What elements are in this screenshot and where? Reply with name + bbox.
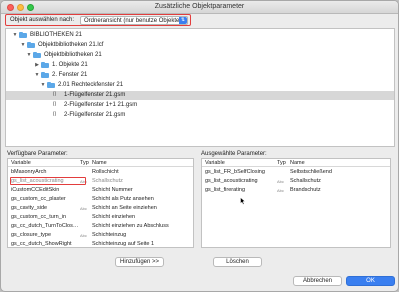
object-selector-row: Objekt auswählen nach: Ordneransicht (nu… <box>5 14 191 26</box>
cancel-button[interactable]: Abbrechen <box>293 276 342 286</box>
folder-icon <box>47 82 55 88</box>
disclosure-expanded-icon[interactable]: ▼ <box>26 52 32 58</box>
parameter-variable: iCustomCCEditSkin <box>11 187 60 193</box>
column-header-type[interactable]: Typ <box>277 160 286 166</box>
disclosure-expanded-icon[interactable]: ▼ <box>34 72 40 78</box>
parameter-row[interactable]: gs_closure_type Abc Schichteinzug <box>8 231 193 239</box>
add-button[interactable]: Hinzufügen >> <box>115 257 164 267</box>
selected-list-header: Variable Typ Name <box>202 159 390 167</box>
tree-item-label: 2-Flügelfenster 1+1 21.gsm <box>64 102 138 108</box>
tree-row[interactable]: ▼ 2.01 Rechteckfenster 21 <box>6 81 394 90</box>
parameter-name: Rollschicht <box>92 169 119 175</box>
folder-icon <box>33 52 41 58</box>
tree-row[interactable]: ▼ Objektbibliotheken 21 <box>6 51 394 60</box>
title-bar: Zusätzliche Objektparameter <box>1 1 398 14</box>
parameter-variable: gs_custom_cc_turn_in <box>11 214 67 220</box>
tree-row[interactable]: ▼ 2. Fenster 21 <box>6 71 394 80</box>
tree-row[interactable]: ⌷ 2-Flügelfenster 21.gsm <box>6 111 394 120</box>
parameter-row[interactable]: gs_list_FR_bSelfClosing Selbstschließend <box>202 168 390 176</box>
tree-item-label: Objektbibliotheken 21 <box>44 52 102 58</box>
dropdown-value: Ordneransicht (nur benutze Objekte) <box>84 18 182 24</box>
parameter-name: Schichteinzug auf Seite 1 <box>92 241 155 247</box>
parameter-name: Schicht Nummer <box>92 187 133 193</box>
object-view-dropdown[interactable]: Ordneransicht (nur benutze Objekte) ⇅ <box>80 16 188 25</box>
window-title: Zusätzliche Objektparameter <box>154 3 245 10</box>
object-file-icon: ⌷ <box>53 102 57 108</box>
parameter-name: Schallschutz <box>92 178 123 184</box>
column-header-name[interactable]: Name <box>92 160 107 166</box>
available-params-list[interactable]: Variable Typ Name bMasonryArch Rollschich… <box>7 158 194 248</box>
tree-item-label: Objektbibliotheken 21.lcf <box>38 42 104 48</box>
parameter-type: Abc <box>277 179 284 184</box>
parameter-variable: bMasonryArch <box>11 169 47 175</box>
tree-row[interactable]: ▼ BIBLIOTHEKEN 21 <box>6 31 394 40</box>
tree-item-label: 2.01 Rechteckfenster 21 <box>58 82 124 88</box>
disclosure-collapsed-icon[interactable]: ▶ <box>34 62 40 68</box>
parameter-variable: gs_cavity_side <box>11 205 48 211</box>
column-header-type[interactable]: Typ <box>80 160 89 166</box>
parameter-variable: gs_list_acousticrating <box>205 178 258 184</box>
selected-params-list[interactable]: Variable Typ Name gs_list_FR_bSelfClosin… <box>201 158 391 248</box>
disclosure-expanded-icon[interactable]: ▼ <box>12 32 18 38</box>
tree-item-label: 2-Flügelfenster 21.gsm <box>64 112 126 118</box>
tree-item-label: 2. Fenster 21 <box>52 72 88 78</box>
folder-icon <box>41 62 49 68</box>
parameter-row[interactable]: gs_list_acousticrating Abc Schallschutz <box>8 177 193 185</box>
parameter-name: Schicht einziehen zu Abschluss <box>92 223 169 229</box>
tree-row[interactable]: ▶ 1. Objekte 21 <box>6 61 394 70</box>
parameter-name: Schichteinzug <box>92 232 127 238</box>
parameter-type: Abc <box>80 206 87 211</box>
available-list-header: Variable Typ Name <box>8 159 193 167</box>
parameter-name: Schicht als Putz ansehen <box>92 196 154 202</box>
column-header-name[interactable]: Name <box>290 160 305 166</box>
tree-item-label: 1. Objekte 21 <box>52 62 88 68</box>
tree-row[interactable]: ▼ Objektbibliotheken 21.lcf <box>6 41 394 50</box>
parameter-type: Abc <box>277 188 284 193</box>
folder-icon <box>27 42 35 48</box>
highlight-outline <box>10 177 86 185</box>
parameter-name: Schicht einziehen <box>92 214 136 220</box>
parameter-variable: gs_list_firerating <box>205 187 246 193</box>
folder-icon <box>41 72 49 78</box>
folder-icon <box>19 32 27 38</box>
tree-row[interactable]: ⌷ 1-Flügelfenster 21.gsm <box>6 91 394 100</box>
dialog-window: Zusätzliche Objektparameter Objekt auswä… <box>0 0 399 292</box>
parameter-row[interactable]: gs_custom_cc_turn_in Schicht einziehen <box>8 213 193 221</box>
mouse-pointer-icon <box>240 197 245 205</box>
tree-item-label: 1-Flügelfenster 21.gsm <box>64 92 126 98</box>
chevron-updown-icon: ⇅ <box>179 17 187 24</box>
column-header-variable[interactable]: Variable <box>205 160 225 166</box>
parameter-variable: gs_custom_cc_plaster <box>11 196 66 202</box>
parameter-row[interactable]: gs_cc_dutch_TurnToClos… Schicht einziehen… <box>8 222 193 230</box>
selector-label: Objekt auswählen nach: <box>10 17 75 23</box>
parameter-row[interactable]: gs_list_acousticrating Abc Schallschutz <box>202 177 390 185</box>
parameter-row[interactable]: iCustomCCEditSkin Schicht Nummer <box>8 186 193 194</box>
parameter-variable: gs_cc_dutch_TurnToClos… <box>11 223 79 229</box>
object-file-icon: ⌷ <box>53 92 57 98</box>
parameter-name: Schicht an Seite einziehen <box>92 205 157 211</box>
parameter-row[interactable]: gs_list_firerating Abc Brandschutz <box>202 186 390 194</box>
column-header-variable[interactable]: Variable <box>11 160 31 166</box>
disclosure-expanded-icon[interactable]: ▼ <box>40 82 46 88</box>
library-tree[interactable]: ▼ BIBLIOTHEKEN 21 ▼ Objektbibliotheken 21.l… <box>5 28 395 147</box>
selected-params-title: Ausgewählte Parameter: <box>201 151 267 157</box>
delete-button[interactable]: Löschen <box>213 257 262 267</box>
parameter-variable: gs_closure_type <box>11 232 52 238</box>
parameter-row[interactable]: gs_custom_cc_plaster Schicht als Putz ans… <box>8 195 193 203</box>
ok-button[interactable]: OK <box>346 276 395 286</box>
parameter-variable: gs_list_FR_bSelfClosing <box>205 169 265 175</box>
parameter-row[interactable]: bMasonryArch Rollschicht <box>8 168 193 176</box>
disclosure-expanded-icon[interactable]: ▼ <box>20 42 26 48</box>
parameter-name: Brandschutz <box>290 187 321 193</box>
object-file-icon: ⌷ <box>53 112 57 118</box>
tree-row[interactable]: ⌷ 2-Flügelfenster 1+1 21.gsm <box>6 101 394 110</box>
parameter-type: Abc <box>80 233 87 238</box>
parameter-row[interactable]: gs_cavity_side Abc Schicht an Seite einzie… <box>8 204 193 212</box>
parameter-row[interactable]: gs_cc_dutch_ShowRight Schichteinzug auf S… <box>8 240 193 247</box>
parameter-variable: gs_cc_dutch_ShowRight <box>11 241 72 247</box>
parameter-name: Schallschutz <box>290 178 321 184</box>
parameter-name: Selbstschließend <box>290 169 332 175</box>
tree-item-label: BIBLIOTHEKEN 21 <box>30 32 83 38</box>
available-params-title: Verfügbare Parameter: <box>7 151 68 157</box>
